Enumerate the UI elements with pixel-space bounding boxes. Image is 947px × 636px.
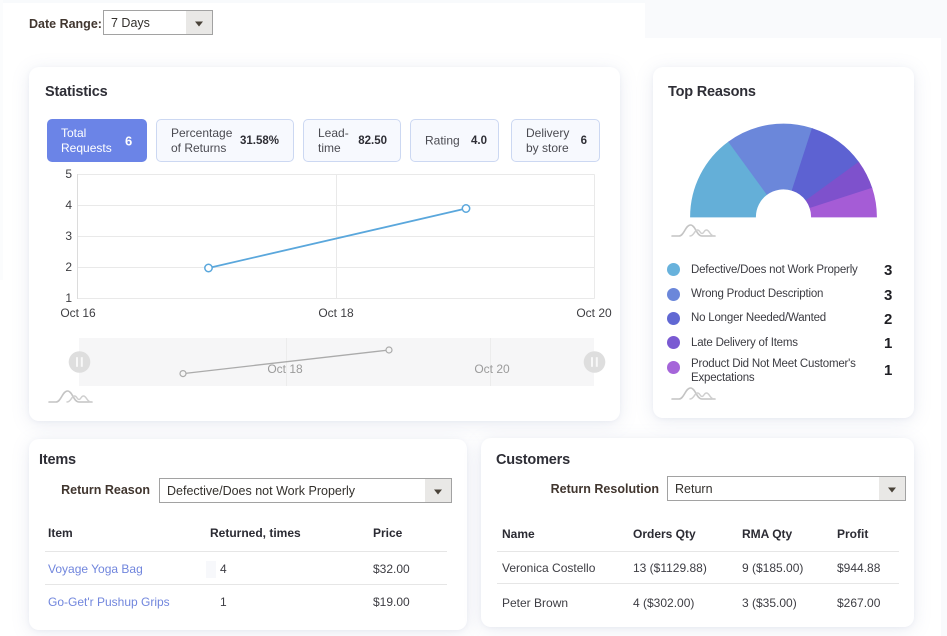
svg-text:Oct 20: Oct 20 <box>576 306 612 320</box>
svg-text:2: 2 <box>65 260 72 274</box>
svg-text:4: 4 <box>65 198 72 212</box>
svg-text:Oct 16: Oct 16 <box>60 306 96 320</box>
svg-text:1: 1 <box>65 291 72 305</box>
svg-text:3: 3 <box>65 229 72 243</box>
svg-text:Oct 18: Oct 18 <box>318 306 354 320</box>
svg-text:Oct 18: Oct 18 <box>267 362 303 376</box>
svg-text:Oct 20: Oct 20 <box>474 362 510 376</box>
svg-text:5: 5 <box>65 167 72 181</box>
